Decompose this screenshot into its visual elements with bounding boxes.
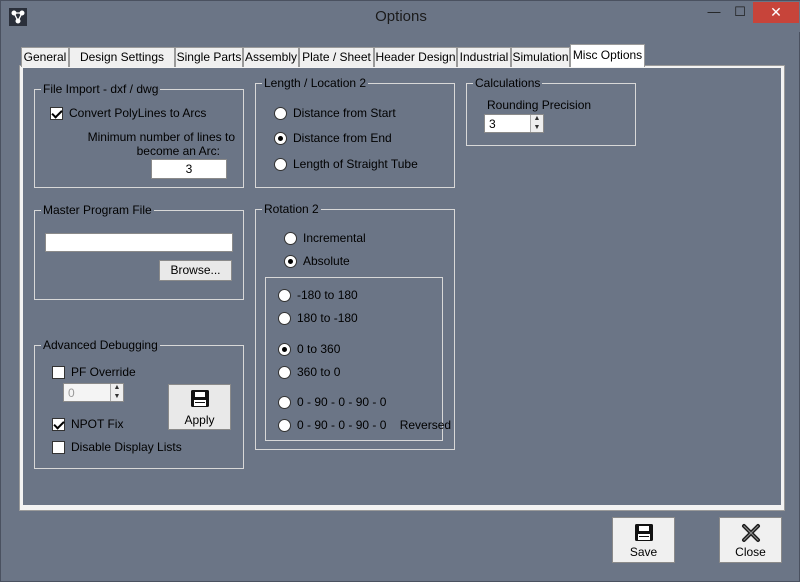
- apply-label: Apply: [184, 413, 215, 427]
- min-lines-label-line2: become an Arc:: [136, 144, 220, 158]
- range-0-360-dot: [278, 342, 291, 356]
- pf-spin-buttons[interactable]: ▲ ▼: [110, 384, 123, 401]
- browse-button[interactable]: Browse...: [159, 260, 232, 281]
- disable-display-lists-box: [52, 440, 65, 454]
- radio-range-180-neg180[interactable]: 180 to -180: [278, 311, 358, 325]
- tab-design-settings[interactable]: Design Settings: [69, 47, 175, 67]
- radio-absolute[interactable]: Absolute: [284, 254, 350, 268]
- range-0-90-cycle-label: 0 - 90 - 0 - 90 - 0: [297, 395, 387, 409]
- close-label: Close: [735, 545, 766, 559]
- npot-fix-checkmark: [52, 417, 65, 431]
- pf-value: 0: [68, 386, 75, 400]
- disable-display-lists-label: Disable Display Lists: [71, 440, 182, 454]
- maximize-button[interactable]: ☐: [727, 2, 753, 23]
- tab-header-design[interactable]: Header Design: [374, 47, 457, 67]
- rotation-title: Rotation 2: [262, 202, 321, 216]
- minimize-button[interactable]: —: [701, 2, 727, 23]
- range-neg180-180-label: -180 to 180: [297, 288, 358, 302]
- rounding-precision-label: Rounding Precision: [487, 98, 592, 112]
- close-x-icon: [742, 524, 760, 542]
- range-neg180-180-dot: [278, 288, 291, 302]
- range-180-neg180-dot: [278, 311, 291, 325]
- range-0-90-cycle-dot: [278, 395, 291, 409]
- master-program-path-input[interactable]: [45, 233, 233, 252]
- advanced-debugging-title: Advanced Debugging: [41, 338, 160, 352]
- length-straight-tube-label: Length of Straight Tube: [293, 157, 418, 171]
- title-bar[interactable]: Options — ☐ ✕: [1, 1, 800, 32]
- tab-simulation[interactable]: Simulation: [511, 47, 570, 67]
- pf-override-label: PF Override: [71, 365, 136, 379]
- master-program-title: Master Program File: [41, 203, 154, 217]
- options-window: Options — ☐ ✕ General Design Settings Si…: [0, 0, 800, 582]
- tab-general[interactable]: General: [21, 47, 69, 67]
- apply-button[interactable]: Apply: [168, 384, 231, 430]
- tab-single-parts[interactable]: Single Parts: [175, 47, 243, 67]
- radio-incremental[interactable]: Incremental: [284, 231, 366, 245]
- length-location-title: Length / Location 2: [262, 76, 369, 90]
- radio-range-0-90-cycle[interactable]: 0 - 90 - 0 - 90 - 0: [278, 395, 386, 409]
- save-button[interactable]: Save: [612, 517, 675, 563]
- radio-distance-from-end[interactable]: Distance from End: [274, 131, 392, 145]
- length-straight-tube-dot: [274, 157, 287, 171]
- tab-assembly[interactable]: Assembly: [243, 47, 299, 67]
- range-360-0-dot: [278, 365, 291, 379]
- close-button[interactable]: Close: [719, 517, 782, 563]
- tab-misc-options[interactable]: Misc Options: [570, 44, 645, 67]
- floppy-disk-icon: [191, 390, 209, 407]
- min-lines-input[interactable]: 3: [151, 159, 227, 179]
- range-180-neg180-label: 180 to -180: [297, 311, 358, 325]
- distance-from-start-label: Distance from Start: [293, 106, 396, 120]
- convert-polylines-label: Convert PolyLines to Arcs: [69, 106, 207, 120]
- tab-industrial[interactable]: Industrial: [457, 47, 511, 67]
- window-close-button[interactable]: ✕: [753, 2, 799, 23]
- save-label: Save: [629, 545, 658, 559]
- radio-length-straight-tube[interactable]: Length of Straight Tube: [274, 157, 418, 171]
- file-import-title: File Import - dxf / dwg: [41, 82, 161, 96]
- radio-range-360-0[interactable]: 360 to 0: [278, 365, 340, 379]
- rounding-spin-down-icon[interactable]: ▼: [531, 124, 543, 133]
- radio-range-0-90-cycle-reversed[interactable]: 0 - 90 - 0 - 90 - 0 Reversed: [278, 418, 451, 432]
- distance-from-start-dot: [274, 106, 287, 120]
- min-lines-label-line1: Minimum number of lines to: [87, 130, 235, 144]
- range-0-90-cycle-reversed-label: 0 - 90 - 0 - 90 - 0 Reversed: [297, 418, 452, 432]
- convert-polylines-checkbox[interactable]: Convert PolyLines to Arcs: [50, 106, 206, 120]
- pf-spin-down-icon[interactable]: ▼: [111, 393, 123, 402]
- window-title: Options: [375, 8, 427, 25]
- distance-from-end-dot: [274, 131, 287, 145]
- rounding-spin-up-icon[interactable]: ▲: [531, 115, 543, 124]
- rotation-range-box: -180 to 180 180 to -180 0 to 360 360 to …: [265, 277, 451, 441]
- calculations-group: Calculations Rounding Precision 3 ▲ ▼: [466, 76, 636, 146]
- master-program-group: Master Program File Browse...: [34, 203, 244, 300]
- floppy-disk-icon: [635, 524, 653, 541]
- length-location-group: Length / Location 2 Distance from Start …: [255, 76, 455, 188]
- rounding-spin-buttons[interactable]: ▲ ▼: [530, 115, 543, 132]
- pf-override-checkbox[interactable]: PF Override: [52, 365, 136, 379]
- npot-fix-checkbox[interactable]: NPOT Fix: [52, 417, 123, 431]
- range-360-0-label: 360 to 0: [297, 365, 341, 379]
- incremental-label: Incremental: [303, 231, 366, 245]
- convert-polylines-checkmark: [50, 106, 63, 120]
- absolute-dot: [284, 254, 297, 268]
- range-0-90-cycle-reversed-dot: [278, 418, 291, 432]
- npot-fix-label: NPOT Fix: [71, 417, 124, 431]
- tab-plate-sheet[interactable]: Plate / Sheet: [299, 47, 374, 67]
- file-import-group: File Import - dxf / dwg Convert PolyLine…: [34, 82, 244, 188]
- distance-from-end-label: Distance from End: [293, 131, 392, 145]
- calculations-title: Calculations: [473, 76, 543, 90]
- radio-range-0-360[interactable]: 0 to 360: [278, 342, 340, 356]
- rounding-precision-value: 3: [489, 117, 496, 131]
- pf-spin-up-icon[interactable]: ▲: [111, 384, 123, 393]
- range-0-360-label: 0 to 360: [297, 342, 341, 356]
- advanced-debugging-group: Advanced Debugging PF Override 0 ▲ ▼ NPO…: [34, 338, 244, 469]
- radio-range-neg180-180[interactable]: -180 to 180: [278, 288, 358, 302]
- rotation-group: Rotation 2 Incremental Absolute -180 to …: [255, 202, 455, 450]
- radio-distance-from-start[interactable]: Distance from Start: [274, 106, 396, 120]
- absolute-label: Absolute: [303, 254, 350, 268]
- disable-display-lists-checkbox[interactable]: Disable Display Lists: [52, 440, 182, 454]
- pf-override-box: [52, 365, 65, 379]
- incremental-dot: [284, 231, 297, 245]
